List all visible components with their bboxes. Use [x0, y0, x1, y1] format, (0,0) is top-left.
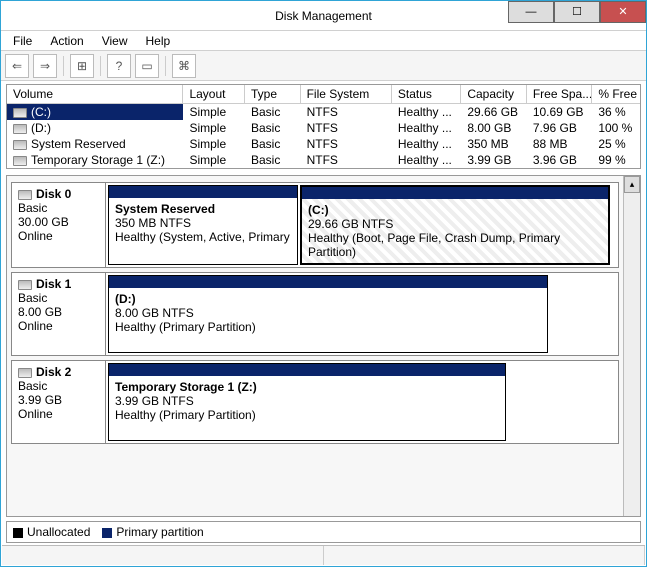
volume-row[interactable]: Temporary Storage 1 (Z:)SimpleBasicNTFSH…	[7, 152, 640, 168]
partition[interactable]: Temporary Storage 1 (Z:)3.99 GB NTFSHeal…	[108, 363, 506, 441]
drive-icon	[13, 124, 27, 134]
volume-row[interactable]: (C:)SimpleBasicNTFSHealthy ...29.66 GB10…	[7, 104, 640, 120]
window-controls: — ☐ ✕	[508, 1, 646, 23]
partition[interactable]: (D:)8.00 GB NTFSHealthy (Primary Partiti…	[108, 275, 548, 353]
col-filesystem[interactable]: File System	[301, 85, 392, 103]
volume-list-header: Volume Layout Type File System Status Ca…	[7, 85, 640, 104]
disk-icon	[18, 280, 32, 290]
toolbar: ⇐ ⇒ ⊞ ? ▭ ⌘	[1, 51, 646, 81]
partition-area: System Reserved350 MB NTFSHealthy (Syste…	[106, 183, 618, 267]
col-status[interactable]: Status	[392, 85, 461, 103]
forward-button[interactable]: ⇒	[33, 54, 57, 78]
close-button[interactable]: ✕	[600, 1, 646, 23]
col-capacity[interactable]: Capacity	[461, 85, 527, 103]
disk-graphic-panel: Disk 0Basic30.00 GBOnlineSystem Reserved…	[6, 175, 641, 517]
maximize-button[interactable]: ☐	[554, 1, 600, 23]
partition-header-bar	[109, 186, 297, 198]
toolbar-separator	[63, 56, 64, 76]
disk-info[interactable]: Disk 1Basic8.00 GBOnline	[12, 273, 106, 355]
menu-file[interactable]: File	[5, 32, 40, 50]
partition[interactable]: (C:)29.66 GB NTFSHealthy (Boot, Page Fil…	[300, 185, 610, 265]
drive-icon	[13, 108, 27, 118]
toolbar-separator	[100, 56, 101, 76]
drive-icon	[13, 156, 27, 166]
content-area: Volume Layout Type File System Status Ca…	[1, 81, 646, 566]
disk-row: Disk 2Basic3.99 GBOnlineTemporary Storag…	[11, 360, 619, 444]
unallocated-swatch	[13, 528, 23, 538]
disk-row: Disk 1Basic8.00 GBOnline(D:)8.00 GB NTFS…	[11, 272, 619, 356]
titlebar: Disk Management — ☐ ✕	[1, 1, 646, 31]
disk-info[interactable]: Disk 0Basic30.00 GBOnline	[12, 183, 106, 267]
minimize-button[interactable]: —	[508, 1, 554, 23]
legend-unallocated: Unallocated	[13, 525, 90, 539]
volume-row[interactable]: System ReservedSimpleBasicNTFSHealthy ..…	[7, 136, 640, 152]
disk-management-window: Disk Management — ☐ ✕ File Action View H…	[0, 0, 647, 567]
menubar: File Action View Help	[1, 31, 646, 51]
volume-list: Volume Layout Type File System Status Ca…	[6, 84, 641, 169]
toolbar-separator	[165, 56, 166, 76]
menu-view[interactable]: View	[94, 32, 136, 50]
menu-action[interactable]: Action	[42, 32, 91, 50]
back-button[interactable]: ⇐	[5, 54, 29, 78]
col-volume[interactable]: Volume	[7, 85, 183, 103]
status-bar	[2, 545, 645, 565]
legend: Unallocated Primary partition	[6, 521, 641, 543]
partition[interactable]: System Reserved350 MB NTFSHealthy (Syste…	[108, 185, 298, 265]
scroll-up-button[interactable]: ▴	[624, 176, 640, 193]
toolbar-button-3[interactable]: ⌘	[172, 54, 196, 78]
volume-row[interactable]: (D:)SimpleBasicNTFSHealthy ...8.00 GB7.9…	[7, 120, 640, 136]
col-free-space[interactable]: Free Spa...	[527, 85, 593, 103]
disk-info[interactable]: Disk 2Basic3.99 GBOnline	[12, 361, 106, 443]
disk-icon	[18, 190, 32, 200]
partition-header-bar	[302, 187, 608, 199]
disk-icon	[18, 368, 32, 378]
partition-area: (D:)8.00 GB NTFSHealthy (Primary Partiti…	[106, 273, 618, 355]
vertical-scrollbar[interactable]: ▴	[623, 176, 640, 516]
col-layout[interactable]: Layout	[183, 85, 245, 103]
help-button[interactable]: ?	[107, 54, 131, 78]
col-percent-free[interactable]: % Free	[592, 85, 640, 103]
disk-row: Disk 0Basic30.00 GBOnlineSystem Reserved…	[11, 182, 619, 268]
partition-header-bar	[109, 364, 505, 376]
toolbar-button-2[interactable]: ▭	[135, 54, 159, 78]
col-type[interactable]: Type	[245, 85, 301, 103]
legend-primary: Primary partition	[102, 525, 203, 539]
partition-header-bar	[109, 276, 547, 288]
toolbar-button-1[interactable]: ⊞	[70, 54, 94, 78]
drive-icon	[13, 140, 27, 150]
menu-help[interactable]: Help	[138, 32, 179, 50]
primary-swatch	[102, 528, 112, 538]
partition-area: Temporary Storage 1 (Z:)3.99 GB NTFSHeal…	[106, 361, 618, 443]
